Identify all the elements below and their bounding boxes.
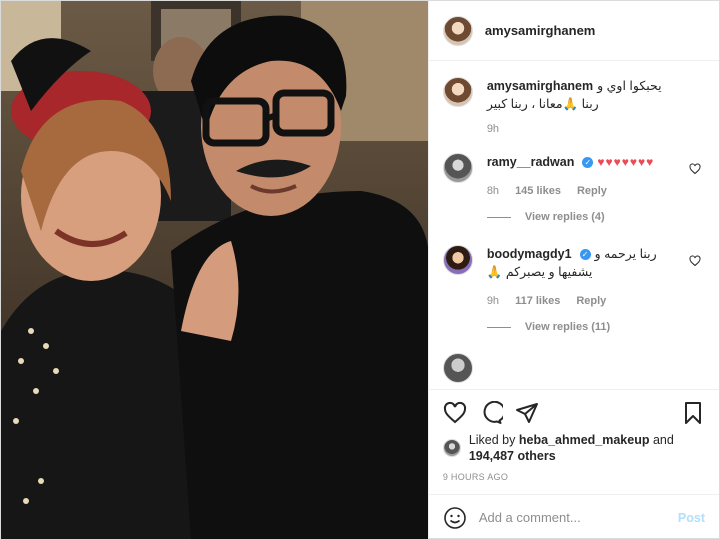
author-username[interactable]: amysamirghanem <box>485 23 596 38</box>
commenter-avatar[interactable] <box>442 353 473 383</box>
view-replies-label: View replies (4) <box>524 211 605 223</box>
view-replies-button[interactable]: View replies (4) <box>486 211 705 223</box>
post-sidebar: amysamirghanem amysamirghanem يحبكوا اوي … <box>427 1 719 539</box>
view-replies-line <box>486 216 511 218</box>
instagram-post: amysamirghanem amysamirghanem يحبكوا اوي … <box>0 0 720 539</box>
comment-text: ♥♥♥♥♥♥♥ <box>597 155 655 169</box>
caption-time[interactable]: 9h <box>487 123 499 135</box>
action-bar: Liked by heba_ahmed_makeup and 194,487 o… <box>428 389 719 494</box>
post-comment-button[interactable]: Post <box>678 511 705 525</box>
liked-by: Liked by heba_ahmed_makeup and 194,487 o… <box>442 432 705 464</box>
commenter-avatar[interactable] <box>442 245 473 275</box>
comment-likes[interactable]: 145 likes <box>515 185 561 197</box>
post-header: amysamirghanem <box>428 1 719 61</box>
heart-outline-icon[interactable] <box>689 163 701 175</box>
caption-username[interactable]: amysamirghanem <box>487 79 593 93</box>
caption: amysamirghanem يحبكوا اوي و ربنا 🙏معانا ،… <box>442 77 705 135</box>
comment-icon[interactable] <box>479 401 503 425</box>
liked-by-others[interactable]: 194,487 others <box>469 449 556 463</box>
liked-by-user[interactable]: heba_ahmed_makeup <box>519 433 650 447</box>
commenter-username[interactable]: ramy__radwan <box>487 155 575 169</box>
commenter-avatar[interactable] <box>442 153 473 183</box>
view-replies-label: View replies (11) <box>524 321 611 333</box>
author-avatar[interactable] <box>442 15 473 46</box>
comment-item: boodymagdy1 ✓ ربنا يرحمه و يشفيها و يصبركم… <box>442 245 705 307</box>
post-timestamp[interactable]: 9 HOURS AGO <box>443 472 705 482</box>
emoji-icon[interactable] <box>443 506 467 530</box>
comment-item-partial <box>442 353 705 383</box>
reply-button[interactable]: Reply <box>576 295 606 307</box>
comment-time[interactable]: 8h <box>487 185 499 197</box>
verified-badge-icon: ✓ <box>579 249 591 261</box>
heart-icon[interactable] <box>443 401 467 425</box>
view-replies-line <box>486 326 511 328</box>
bookmark-icon[interactable] <box>681 401 705 425</box>
comments-list[interactable]: amysamirghanem يحبكوا اوي و ربنا 🙏معانا ،… <box>429 61 719 389</box>
heart-outline-icon[interactable] <box>689 255 701 267</box>
comment-likes[interactable]: 117 likes <box>515 295 560 307</box>
view-replies-button[interactable]: View replies (11) <box>486 321 705 333</box>
paper-plane-icon[interactable] <box>515 401 539 425</box>
reply-button[interactable]: Reply <box>577 185 607 197</box>
comment-item: ramy__radwan ✓ ♥♥♥♥♥♥♥ 8h 145 likes Reply <box>442 153 705 197</box>
comment-time[interactable]: 9h <box>487 295 499 307</box>
liked-by-prefix: Liked by <box>468 433 516 447</box>
commenter-username[interactable]: boodymagdy1 <box>487 247 572 261</box>
comment-input[interactable] <box>478 510 678 525</box>
liker-avatar[interactable] <box>442 439 461 457</box>
post-photo[interactable] <box>1 1 428 539</box>
verified-badge-icon: ✓ <box>582 157 594 169</box>
liked-by-and: and <box>652 433 674 447</box>
caption-avatar[interactable] <box>442 77 473 107</box>
photo-illustration <box>1 1 428 539</box>
add-comment-bar: Post <box>428 494 719 539</box>
